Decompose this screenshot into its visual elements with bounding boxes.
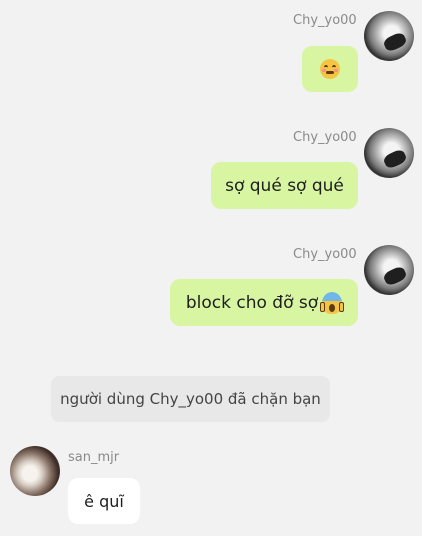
- message-text: block cho đỡ sợ: [185, 292, 319, 313]
- sender-name: Chy_yo00: [293, 13, 357, 28]
- message-bubble[interactable]: ê quĩ: [68, 478, 140, 524]
- sender-name: Chy_yo00: [293, 247, 357, 262]
- shy-face-emoji-icon: [320, 59, 340, 79]
- sender-avatar[interactable]: [364, 11, 414, 61]
- system-notice: người dùng Chy_yo00 đã chặn bạn: [51, 376, 330, 422]
- message-text: sợ qué sợ qué: [225, 175, 344, 196]
- sender-avatar[interactable]: [364, 245, 414, 295]
- sender-name: san_mjr: [68, 450, 120, 465]
- message-bubble[interactable]: sợ qué sợ qué: [211, 162, 358, 209]
- sender-name: Chy_yo00: [293, 130, 357, 145]
- system-notice-text: người dùng Chy_yo00 đã chặn bạn: [60, 390, 321, 408]
- sender-avatar[interactable]: [10, 446, 60, 496]
- message-bubble[interactable]: [302, 46, 358, 92]
- message-bubble[interactable]: block cho đỡ sợ: [170, 279, 358, 326]
- message-text: ê quĩ: [84, 491, 124, 511]
- sender-avatar[interactable]: [364, 128, 414, 178]
- screaming-face-emoji-icon: [320, 291, 345, 314]
